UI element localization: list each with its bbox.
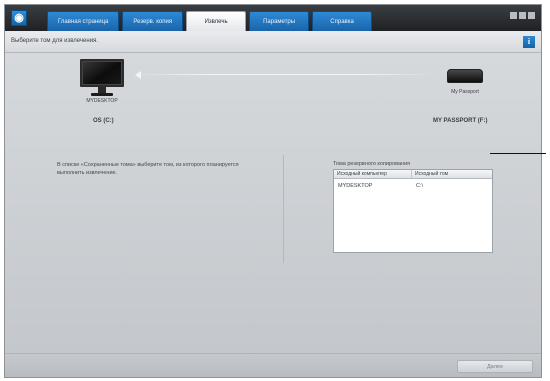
tab-backup[interactable]: Резерв. копия <box>122 11 184 31</box>
cell-source-computer: MYDESKTOP <box>338 183 373 189</box>
tab-home[interactable]: Главная страница <box>47 11 120 31</box>
footer-bar: Далее <box>5 353 541 377</box>
cell-source-volume: C:\ <box>416 183 424 189</box>
minimize-icon[interactable] <box>510 12 517 19</box>
computer-volume-label: OS (C:) <box>93 118 114 124</box>
column-header-source-volume[interactable]: Исходный том <box>412 170 492 178</box>
drive-volume-label: MY PASSPORT (F:) <box>433 118 488 124</box>
drive-device: My Passport <box>439 69 491 95</box>
instruction-bar: Выберите том для извлечения. i <box>5 31 541 53</box>
tab-bar: Главная страница Резерв. копия Извлечь П… <box>47 11 373 31</box>
instruction-text: Выберите том для извлечения. <box>11 38 98 44</box>
restore-icon[interactable] <box>519 12 526 19</box>
table-header: Исходный компьютер Исходный том <box>334 170 492 179</box>
backup-volumes-panel: Тома резервного копирования Исходный ком… <box>333 161 493 253</box>
monitor-icon <box>80 59 124 87</box>
backup-volumes-title: Тома резервного копирования <box>333 161 411 167</box>
app-logo-icon: ◉ <box>11 10 27 26</box>
drive-name: My Passport <box>451 89 479 95</box>
tab-retrieve[interactable]: Извлечь <box>186 11 247 31</box>
tab-help[interactable]: Справка <box>312 11 373 31</box>
vertical-divider <box>283 155 284 263</box>
title-bar: ◉ Главная страница Резерв. копия Извлечь… <box>5 5 541 31</box>
arrow-left-icon <box>135 71 141 79</box>
next-button[interactable]: Далее <box>457 360 533 373</box>
column-header-source-computer[interactable]: Исходный компьютер <box>334 170 412 178</box>
backup-volumes-table[interactable]: Исходный компьютер Исходный том MYDESKTO… <box>333 169 493 253</box>
close-icon[interactable] <box>528 12 535 19</box>
computer-device: MYDESKTOP <box>77 59 127 104</box>
callout-line <box>490 153 546 154</box>
main-content: MYDESKTOP My Passport OS (C:) MY PASSPOR… <box>5 53 541 353</box>
transfer-connector-line <box>135 74 435 75</box>
instruction-description: В списке «Сохраненные тома» выберите том… <box>57 162 239 176</box>
info-icon[interactable]: i <box>523 36 535 48</box>
table-row[interactable]: MYDESKTOP C:\ <box>334 181 492 191</box>
computer-name: MYDESKTOP <box>86 98 118 104</box>
tab-settings[interactable]: Параметры <box>249 11 310 31</box>
external-drive-icon <box>447 69 483 83</box>
app-window: ◉ Главная страница Резерв. копия Извлечь… <box>4 4 542 378</box>
window-controls <box>510 12 535 19</box>
